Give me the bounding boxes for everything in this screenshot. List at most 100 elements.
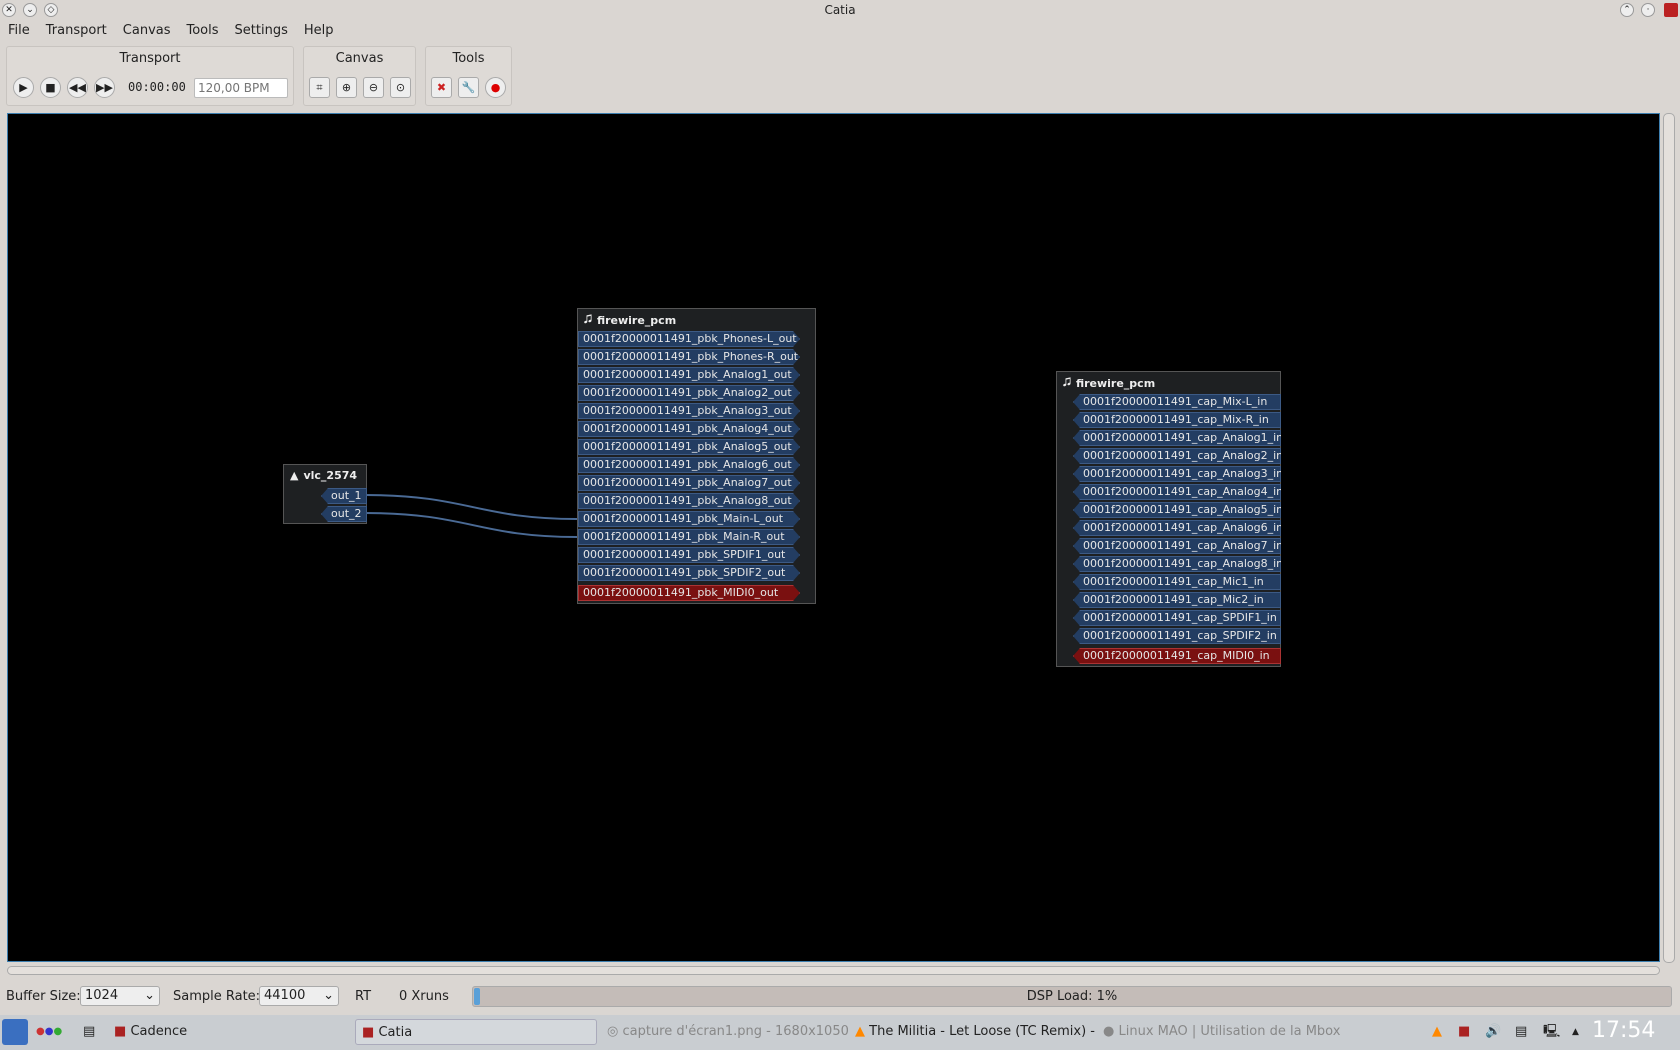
clock[interactable]: 17:54 (1592, 1018, 1655, 1044)
port[interactable]: 0001f20000011491_cap_Analog7_in (1073, 538, 1281, 554)
taskbar: ●●● ▤ ■ Cadence ■ Catia ◎ capture d'écra… (0, 1015, 1680, 1050)
cadence-icon: ■ (114, 1024, 127, 1039)
xruns-count: 0 Xruns (399, 989, 449, 1004)
buffer-size-label: Buffer Size: (6, 989, 81, 1004)
menu-help[interactable]: Help (296, 20, 342, 42)
connection-out2-main-r (364, 512, 578, 538)
task-vlc[interactable]: ▲ The Militia - Let Loose (TC Remix) - (855, 1019, 1095, 1045)
midi-port[interactable]: 0001f20000011491_pbk_MIDI0_out (578, 585, 800, 601)
port[interactable]: 0001f20000011491_pbk_Phones-L_out (578, 331, 800, 347)
menu-tools[interactable]: Tools (179, 20, 227, 42)
port[interactable]: 0001f20000011491_pbk_Analog6_out (578, 457, 800, 473)
stop-icon[interactable]: ■ (40, 77, 61, 98)
port[interactable]: 0001f20000011491_cap_Analog8_in (1073, 556, 1281, 572)
file-manager-icon[interactable]: ▤ (83, 1019, 95, 1045)
port[interactable]: 0001f20000011491_pbk_Main-L_out (578, 511, 800, 527)
configure-icon[interactable]: 🔧 (458, 77, 479, 98)
port[interactable]: 0001f20000011491_pbk_Main-R_out (578, 529, 800, 545)
task-catia[interactable]: ■ Catia (355, 1019, 597, 1045)
port[interactable]: 0001f20000011491_cap_Analog3_in (1073, 466, 1281, 482)
port[interactable]: 0001f20000011491_cap_Analog1_in (1073, 430, 1281, 446)
port[interactable]: 0001f20000011491_pbk_Analog3_out (578, 403, 800, 419)
task-capture[interactable]: ◎ capture d'écran1.png - 1680x1050 (607, 1019, 849, 1045)
port[interactable]: 0001f20000011491_cap_SPDIF2_in (1073, 628, 1281, 644)
task-cadence[interactable]: ■ Cadence (114, 1019, 187, 1045)
transport-label: Transport (119, 51, 181, 66)
close-icon[interactable]: ✕ (2, 3, 16, 17)
rt-indicator: RT (355, 989, 372, 1004)
port[interactable]: 0001f20000011491_pbk_Analog1_out (578, 367, 800, 383)
port[interactable]: 0001f20000011491_pbk_Analog2_out (578, 385, 800, 401)
zoom-reset-icon[interactable]: ⊙ (390, 77, 411, 98)
port[interactable]: 0001f20000011491_cap_Analog6_in (1073, 520, 1281, 536)
keep-above-icon[interactable]: ⌃ (1620, 3, 1634, 17)
window-menu-icon[interactable]: · (1641, 3, 1655, 17)
port[interactable]: 0001f20000011491_cap_Analog5_in (1073, 502, 1281, 518)
node-title: vlc_2574 (303, 469, 358, 482)
port[interactable]: 0001f20000011491_pbk_Analog8_out (578, 493, 800, 509)
port-out_2[interactable]: out_2 (321, 506, 367, 522)
canvas-toolbar: Canvas ⌗ ⊕ ⊖ ⊙ (303, 46, 416, 106)
arrange-icon[interactable]: ⌗ (309, 77, 330, 98)
tools-toolbar: Tools ✖ 🔧 ● (425, 46, 512, 106)
node-title: firewire_pcm (596, 313, 677, 327)
vlc-icon: ▲ (855, 1024, 865, 1039)
sample-rate-value: 44100 (264, 988, 306, 1003)
maximize-icon[interactable]: ◇ (44, 3, 58, 17)
node-vlc[interactable]: ▲ vlc_2574 out_1 out_2 (283, 464, 367, 524)
notes-icon[interactable]: ▤ (1515, 1019, 1527, 1045)
audio-device-icon: 🎜 (1063, 376, 1071, 389)
node-firewire-capture[interactable]: 🎜 firewire_pcm 0001f20000011491_cap_Mix-L… (1056, 371, 1281, 667)
activities-icon[interactable]: ●●● (36, 1019, 62, 1045)
sample-rate-label: Sample Rate: (173, 989, 261, 1004)
tray-expand-icon[interactable]: ▲ (1572, 1019, 1579, 1045)
port[interactable]: 0001f20000011491_cap_Mix-L_in (1073, 394, 1281, 410)
connections (364, 494, 578, 538)
port[interactable]: 0001f20000011491_pbk_Analog7_out (578, 475, 800, 491)
menu-canvas[interactable]: Canvas (115, 20, 179, 42)
menu-bar: File Transport Canvas Tools Settings Hel… (0, 20, 342, 42)
buffer-size-select[interactable]: 1024 ⌄ (80, 986, 160, 1006)
forward-icon[interactable]: ▶▶ (94, 77, 115, 98)
port[interactable]: 0001f20000011491_pbk_Analog4_out (578, 421, 800, 437)
volume-icon[interactable]: 🔊 (1485, 1019, 1501, 1045)
zoom-out-icon[interactable]: ⊖ (363, 77, 384, 98)
menu-settings[interactable]: Settings (227, 20, 296, 42)
patchbay-canvas[interactable]: ▲ vlc_2574 out_1 out_2 🎜 firewire_pcm 0001… (7, 113, 1660, 962)
horizontal-scrollbar[interactable] (7, 966, 1660, 975)
sample-rate-select[interactable]: 44100 ⌄ (259, 986, 339, 1006)
port[interactable]: 0001f20000011491_pbk_SPDIF2_out (578, 565, 800, 581)
port[interactable]: 0001f20000011491_cap_Mic1_in (1073, 574, 1281, 590)
task-browser[interactable]: ● Linux MAO | Utilisation de la Mbox (1103, 1019, 1340, 1045)
port[interactable]: 0001f20000011491_pbk_Phones-R_out (578, 349, 800, 365)
port[interactable]: 0001f20000011491_cap_Mix-R_in (1073, 412, 1281, 428)
port[interactable]: 0001f20000011491_pbk_Analog5_out (578, 439, 800, 455)
network-icon[interactable]: 🖳 (1543, 1019, 1560, 1045)
port[interactable]: 0001f20000011491_cap_SPDIF1_in (1073, 610, 1281, 626)
app-close-icon[interactable] (1664, 3, 1678, 17)
menu-transport[interactable]: Transport (38, 20, 115, 42)
midi-port[interactable]: 0001f20000011491_cap_MIDI0_in (1073, 648, 1281, 664)
port[interactable]: 0001f20000011491_cap_Analog4_in (1073, 484, 1281, 500)
zoom-in-icon[interactable]: ⊕ (336, 77, 357, 98)
dsp-load-bar: DSP Load: 1% (472, 986, 1672, 1007)
record-icon[interactable]: ● (485, 77, 506, 98)
dsp-load-text: DSP Load: 1% (1026, 989, 1118, 1004)
node-firewire-playback[interactable]: 🎜 firewire_pcm 0001f20000011491_pbk_Phone… (577, 308, 816, 604)
menu-file[interactable]: File (0, 20, 38, 42)
task-label: Linux MAO | Utilisation de la Mbox (1118, 1024, 1341, 1039)
play-icon[interactable]: ▶ (13, 77, 34, 98)
bpm-input[interactable] (194, 78, 288, 98)
port[interactable]: 0001f20000011491_cap_Analog2_in (1073, 448, 1281, 464)
kde-menu-icon[interactable] (2, 1019, 28, 1045)
port-out_1[interactable]: out_1 (321, 488, 367, 504)
tray-vlc-icon[interactable]: ▲ (1432, 1019, 1442, 1045)
clear-xruns-icon[interactable]: ✖ (431, 77, 452, 98)
vertical-scrollbar[interactable] (1663, 113, 1675, 963)
minimize-icon[interactable]: ⌄ (23, 3, 37, 17)
transport-toolbar: Transport ▶ ■ ◀◀ ▶▶ 00:00:00 (6, 46, 294, 106)
port[interactable]: 0001f20000011491_pbk_SPDIF1_out (578, 547, 800, 563)
rewind-icon[interactable]: ◀◀ (67, 77, 88, 98)
port[interactable]: 0001f20000011491_cap_Mic2_in (1073, 592, 1281, 608)
tray-cadence-icon[interactable]: ■ (1458, 1019, 1470, 1045)
